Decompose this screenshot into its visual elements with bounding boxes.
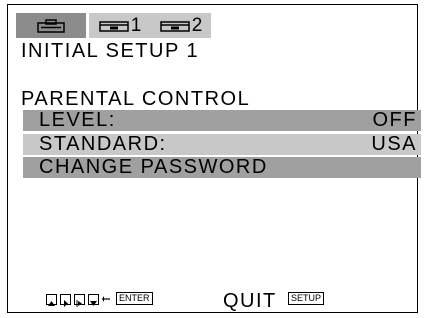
disc-player-icon xyxy=(37,18,65,33)
input-tabs: 1 2 xyxy=(16,13,211,38)
row-label: CHANGE PASSWORD xyxy=(39,156,268,178)
tab-vcr-2[interactable]: 2 xyxy=(151,13,211,38)
footer-hints: ENTER QUIT SETUP xyxy=(8,290,419,312)
right-arrow-key-icon xyxy=(60,294,71,307)
up-arrow-key-icon xyxy=(46,294,57,306)
row-value: OFF xyxy=(372,109,417,131)
menu-row-level[interactable]: LEVEL: OFF xyxy=(23,110,421,131)
setup-key-label: SETUP xyxy=(288,292,325,305)
row-label: LEVEL: xyxy=(39,109,116,131)
quit-label: QUIT xyxy=(223,290,277,312)
tab-number: 1 xyxy=(130,15,142,36)
row-value: USA xyxy=(371,133,417,155)
row-label: STANDARD: xyxy=(39,133,167,155)
tab-disc[interactable] xyxy=(16,13,86,38)
down-arrow-key-icon xyxy=(88,294,99,306)
vcr-icon xyxy=(159,20,190,32)
vcr-icon xyxy=(98,20,129,32)
tab-vcr-1[interactable]: 1 xyxy=(89,13,151,38)
enter-key-label: ENTER xyxy=(116,292,153,305)
menu-row-standard[interactable]: STANDARD: USA xyxy=(23,134,421,155)
osd-frame: 1 2 INITIAL SETUP 1 PARENTAL CONTROL LEV… xyxy=(7,4,421,313)
menu-row-change-password[interactable]: CHANGE PASSWORD xyxy=(23,157,421,178)
tab-number: 2 xyxy=(191,15,203,36)
play-key-icon xyxy=(74,294,85,307)
section-title: PARENTAL CONTROL xyxy=(21,88,251,110)
enter-arrow-icon xyxy=(102,293,112,305)
page-title: INITIAL SETUP 1 xyxy=(21,40,200,62)
